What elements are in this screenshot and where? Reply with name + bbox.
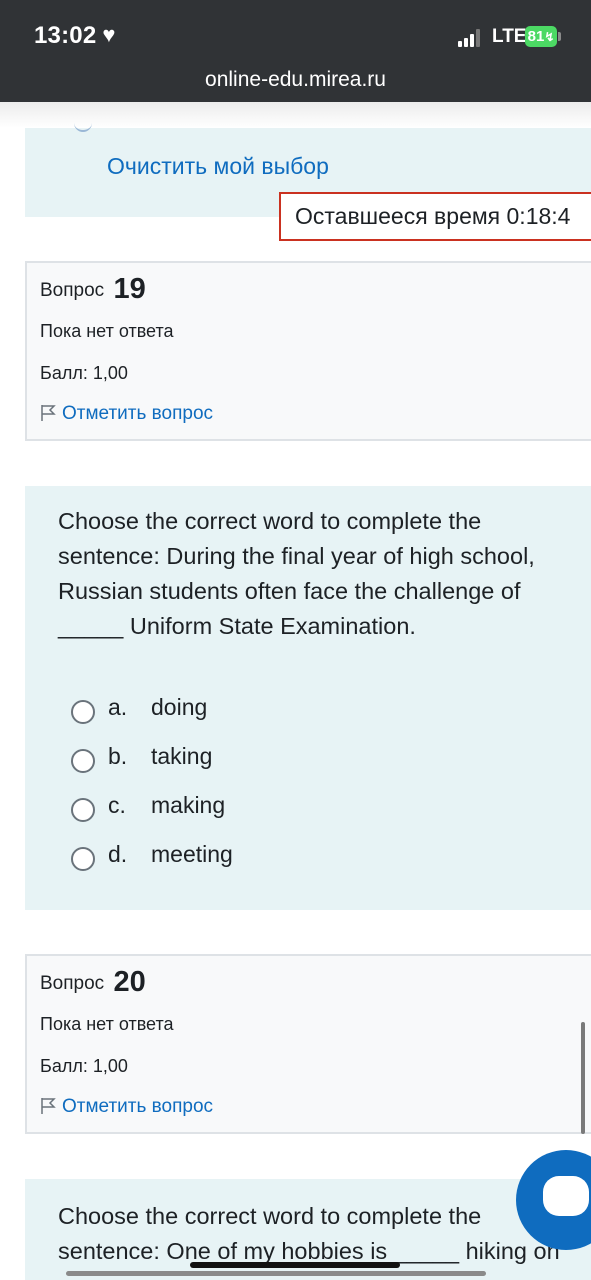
flag-question-link[interactable]: Отметить вопрос (40, 1096, 213, 1118)
vertical-scrollbar[interactable] (581, 1022, 585, 1134)
clear-choice-link[interactable]: Очистить мой выбор (107, 153, 329, 180)
question-number: Вопрос 20 (40, 966, 146, 999)
question-text: Choose the correct word to complete the … (58, 1199, 591, 1269)
option-text: doing (151, 694, 208, 720)
flag-question-link[interactable]: Отметить вопрос (40, 403, 213, 425)
browser-top-bar: 13:02 ♥ LTE 81↯ online-edu.mirea.ru (0, 0, 591, 102)
option-text: meeting (151, 841, 233, 867)
question-grade: Балл: 1,00 (40, 1056, 128, 1076)
question-number: Вопрос 19 (40, 273, 146, 306)
question-prefix: Вопрос (40, 973, 105, 994)
battery-level: 81 (527, 28, 545, 45)
chat-icon (543, 1176, 589, 1216)
question-content-19: Choose the correct word to complete the … (25, 486, 591, 910)
option-letter: b. (108, 743, 128, 769)
network-label: LTE (492, 26, 527, 47)
radio-button[interactable] (71, 847, 95, 871)
battery-cap (558, 32, 561, 41)
option-letter: a. (108, 694, 128, 720)
option-text: making (151, 792, 226, 818)
home-indicator[interactable] (190, 1262, 400, 1268)
question-number-value: 19 (113, 273, 146, 305)
horizontal-scrollbar[interactable] (66, 1271, 486, 1276)
question-prefix: Вопрос (40, 280, 105, 301)
answer-state: Пока нет ответа (40, 1014, 174, 1034)
heart-icon: ♥ (102, 22, 116, 47)
address-bar[interactable]: online-edu.mirea.ru (0, 68, 591, 92)
flag-label: Отметить вопрос (62, 1096, 214, 1117)
option-letter: c. (108, 792, 126, 818)
option-letter: d. (108, 841, 128, 867)
question-text-line-1: Choose the correct word to complete the (58, 1203, 482, 1229)
flag-icon (41, 405, 56, 421)
status-time: 13:02 ♥ (34, 22, 116, 50)
question-info-20: Вопрос 20 Пока нет ответа Балл: 1,00 Отм… (25, 954, 591, 1134)
question-number-value: 20 (113, 966, 146, 998)
answer-state: Пока нет ответа (40, 321, 174, 341)
flag-icon (41, 1098, 56, 1114)
flag-label: Отметить вопрос (62, 403, 214, 424)
question-info-19: Вопрос 19 Пока нет ответа Балл: 1,00 Отм… (25, 261, 591, 441)
time-text: 13:02 (34, 22, 97, 49)
radio-button[interactable] (71, 798, 95, 822)
battery-icon: 81↯ (525, 26, 557, 47)
signal-icon (458, 29, 484, 47)
radio-button[interactable] (71, 749, 95, 773)
remaining-time-timer: Оставшееся время 0:18:4 (279, 192, 591, 241)
question-grade: Балл: 1,00 (40, 363, 128, 383)
option-text: taking (151, 743, 213, 769)
radio-button[interactable] (71, 700, 95, 724)
question-text: Choose the correct word to complete the … (58, 508, 535, 639)
